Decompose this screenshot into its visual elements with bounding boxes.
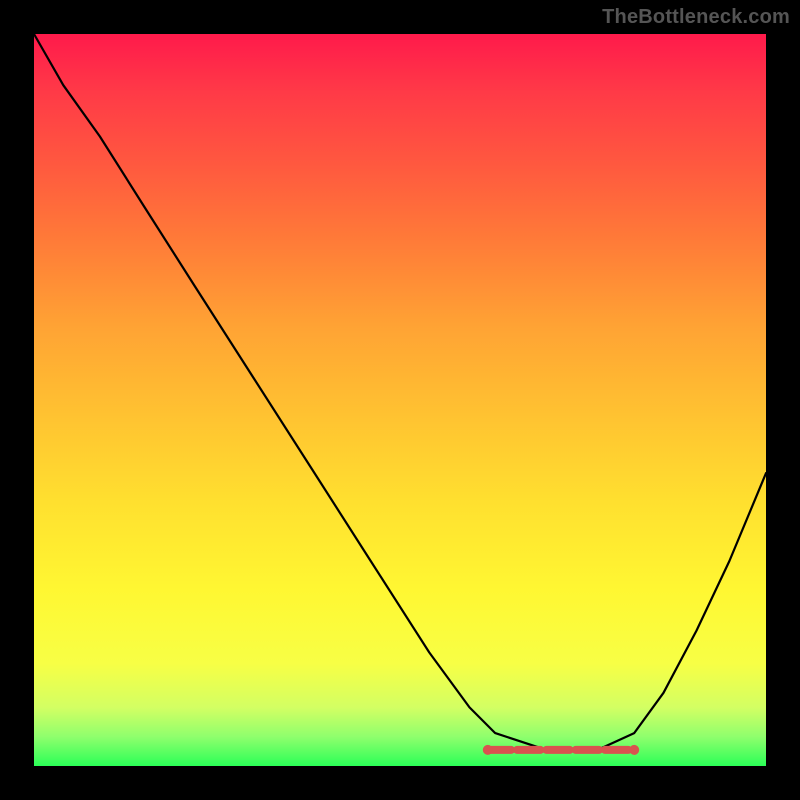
- watermark-text: TheBottleneck.com: [602, 6, 790, 29]
- chart-stage: TheBottleneck.com: [0, 0, 800, 800]
- plot-area: [34, 34, 766, 766]
- curve-layer: [34, 34, 766, 766]
- valley-markers: [483, 745, 639, 755]
- bottleneck-curve: [34, 34, 766, 750]
